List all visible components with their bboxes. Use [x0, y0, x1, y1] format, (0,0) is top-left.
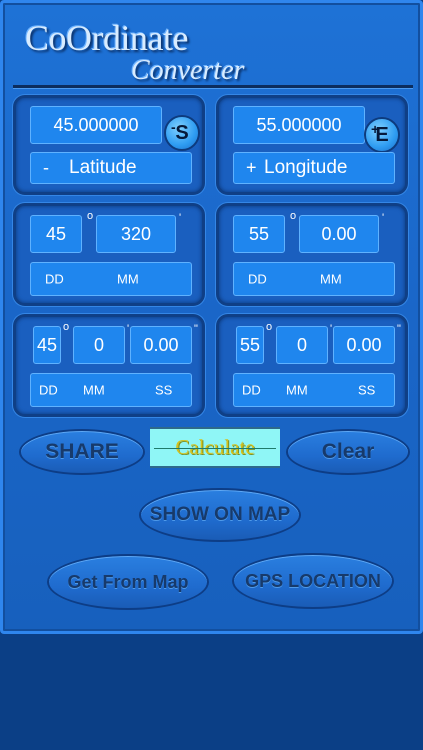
- app-title-line2: Converter: [131, 55, 245, 86]
- gps-location-button[interactable]: GPS LOCATION: [232, 553, 394, 609]
- ss-label: SS: [155, 382, 173, 398]
- second-symbol: ": [194, 323, 198, 335]
- app-frame: CoOrdinate Converter 45.000000 - S - Lat…: [0, 0, 423, 634]
- hemisphere-plus-sign: +: [371, 121, 380, 137]
- calculate-button[interactable]: Calculate: [150, 427, 280, 468]
- longitude-decimal-input[interactable]: 55.000000: [233, 106, 365, 144]
- hemisphere-minus-sign: -: [171, 119, 176, 135]
- mm-label: MM: [320, 271, 342, 287]
- degree-symbol: o: [87, 210, 94, 222]
- latitude-ddmmss-label-bar: DD MM SS: [30, 373, 192, 407]
- minute-symbol: ': [330, 323, 333, 335]
- show-on-map-button[interactable]: SHOW ON MAP: [139, 488, 301, 542]
- latitude-ddmm-label-bar: DD MM: [30, 262, 192, 296]
- dd-label: DD: [45, 271, 64, 287]
- mm-label: MM: [117, 271, 139, 287]
- latitude-dms-ss-input[interactable]: 0.00: [130, 326, 192, 364]
- latitude-dms-mm-input[interactable]: 0: [73, 326, 125, 364]
- app-title-line1: CoOrdinate: [25, 18, 188, 58]
- latitude-dmS-dd-input[interactable]: 45: [33, 326, 61, 364]
- share-button[interactable]: SHARE: [19, 429, 145, 475]
- longitude-dms-mm-input[interactable]: 0: [276, 326, 328, 364]
- latitude-sign: -: [43, 157, 49, 178]
- longitude-ddmmss-label-bar: DD MM SS: [233, 373, 395, 407]
- longitude-sign: +: [246, 157, 257, 178]
- second-symbol: ": [397, 323, 401, 335]
- latitude-decimal-panel: 45.000000 - S - Latitude: [13, 95, 205, 195]
- dd-label: DD: [248, 271, 267, 287]
- latitude-hemisphere-letter: S: [175, 121, 189, 144]
- longitude-ddmm-panel: 55 o 0.00 ' DD MM: [216, 203, 408, 306]
- latitude-label: Latitude: [69, 157, 137, 178]
- calculate-strikethrough: [154, 447, 276, 449]
- clear-button[interactable]: Clear: [286, 429, 410, 475]
- longitude-dms-dd-input[interactable]: 55: [236, 326, 264, 364]
- longitude-label-bar: + Longitude: [233, 152, 395, 184]
- degree-symbol: o: [266, 321, 273, 333]
- latitude-hemisphere-toggle[interactable]: - S: [164, 115, 200, 151]
- longitude-dms-ss-input[interactable]: 0.00: [333, 326, 395, 364]
- latitude-ddmm-panel: 45 o 320 ' DD MM: [13, 203, 205, 306]
- header: CoOrdinate Converter: [3, 3, 420, 89]
- get-from-map-button[interactable]: Get From Map: [47, 554, 209, 610]
- minute-symbol: ': [179, 212, 182, 224]
- header-divider: [13, 85, 413, 88]
- degree-symbol: o: [63, 321, 70, 333]
- longitude-dd-input[interactable]: 55: [233, 215, 285, 253]
- longitude-mm-input[interactable]: 0.00: [299, 215, 379, 253]
- longitude-ddmmss-panel: 55 o 0 ' 0.00 " DD MM SS: [216, 314, 408, 417]
- ss-label: SS: [358, 382, 376, 398]
- latitude-dd-input[interactable]: 45: [30, 215, 82, 253]
- degree-symbol: o: [290, 210, 297, 222]
- latitude-label-bar: - Latitude: [30, 152, 192, 184]
- minute-symbol: ': [127, 323, 130, 335]
- longitude-decimal-panel: 55.000000 + E + Longitude: [216, 95, 408, 195]
- latitude-ddmmss-panel: 45 o 0 ' 0.00 " DD MM SS: [13, 314, 205, 417]
- latitude-decimal-input[interactable]: 45.000000: [30, 106, 162, 144]
- minute-symbol: ': [382, 212, 385, 224]
- latitude-mm-input[interactable]: 320: [96, 215, 176, 253]
- longitude-ddmm-label-bar: DD MM: [233, 262, 395, 296]
- dd-label: DD: [242, 382, 261, 398]
- mm-label: MM: [286, 382, 308, 398]
- longitude-label: Longitude: [264, 157, 348, 178]
- dd-label: DD: [39, 382, 58, 398]
- mm-label: MM: [83, 382, 105, 398]
- longitude-hemisphere-toggle[interactable]: + E: [364, 117, 400, 153]
